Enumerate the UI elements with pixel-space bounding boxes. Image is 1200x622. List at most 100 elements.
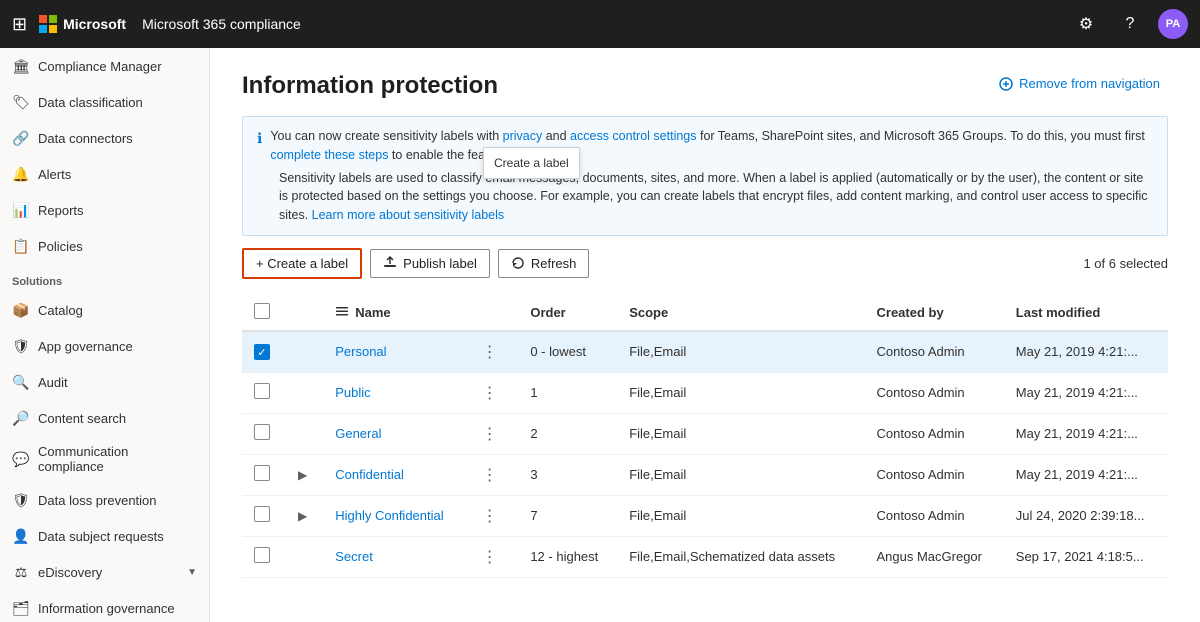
sidebar-item-label: Compliance Manager: [38, 59, 162, 74]
row-context-menu-button[interactable]: ⋮: [478, 506, 503, 526]
row-dots-cell[interactable]: ⋮: [466, 372, 519, 413]
row-context-menu-button[interactable]: ⋮: [478, 465, 503, 485]
row-dots-cell[interactable]: ⋮: [466, 536, 519, 577]
row-name[interactable]: Public: [323, 372, 465, 413]
create-label-button[interactable]: + Create a label: [242, 248, 362, 279]
row-checkbox-cell[interactable]: [242, 413, 282, 454]
sidebar-item-data-loss-prevention[interactable]: 🛡 Data loss prevention: [0, 482, 209, 518]
sidebar-item-information-governance[interactable]: 🗂 Information governance: [0, 590, 209, 622]
select-all-checkbox[interactable]: [254, 303, 270, 319]
nav-settings-icon: [999, 77, 1013, 91]
avatar[interactable]: PA: [1158, 9, 1188, 39]
row-checkbox-cell[interactable]: [242, 372, 282, 413]
checkbox-unchecked[interactable]: [254, 547, 270, 563]
publish-icon: [383, 256, 397, 270]
sidebar-item-label: Data loss prevention: [38, 493, 157, 508]
col-header-expand: [282, 295, 323, 331]
sidebar-item-label: Data classification: [38, 95, 143, 110]
row-context-menu-button[interactable]: ⋮: [478, 383, 503, 403]
row-checkbox-cell[interactable]: [242, 495, 282, 536]
row-checkbox-cell[interactable]: [242, 454, 282, 495]
checkbox-checked[interactable]: ✓: [254, 344, 270, 360]
sidebar-item-label: eDiscovery: [38, 565, 102, 580]
sidebar-item-content-search[interactable]: 🔎 Content search: [0, 400, 209, 436]
complete-steps-link[interactable]: complete these steps: [270, 148, 388, 162]
sidebar-item-policies[interactable]: 📋 Policies: [0, 228, 209, 264]
row-name[interactable]: Confidential: [323, 454, 465, 495]
sidebar-item-data-classification[interactable]: 🏷 Data classification: [0, 84, 209, 120]
table-header: Name Order Scope Created by Last modifie…: [242, 295, 1168, 331]
sidebar-item-label: Reports: [38, 203, 84, 218]
row-checkbox-cell[interactable]: [242, 536, 282, 577]
col-header-last-modified[interactable]: Last modified: [1004, 295, 1168, 331]
checkbox-unchecked[interactable]: [254, 424, 270, 440]
col-header-scope[interactable]: Scope: [617, 295, 864, 331]
refresh-button[interactable]: Refresh: [498, 249, 590, 278]
row-order: 12 - highest: [518, 536, 617, 577]
row-created-by: Angus MacGregor: [865, 536, 1004, 577]
banner-row1: ℹ You can now create sensitivity labels …: [257, 127, 1153, 165]
row-created-by: Contoso Admin: [865, 413, 1004, 454]
row-expand-cell[interactable]: ▶: [282, 454, 323, 495]
sidebar-item-compliance-manager[interactable]: 🏛 Compliance Manager: [0, 48, 209, 84]
list-icon: [335, 305, 349, 319]
sidebar-item-reports[interactable]: 📊 Reports: [0, 192, 209, 228]
waffle-icon[interactable]: ⊞: [12, 14, 27, 35]
table-row: Secret⋮12 - highestFile,Email,Schematize…: [242, 536, 1168, 577]
sidebar-item-catalog[interactable]: 📦 Catalog: [0, 292, 209, 328]
row-context-menu-button[interactable]: ⋮: [478, 547, 503, 567]
sidebar-item-audit[interactable]: 🔍 Audit: [0, 364, 209, 400]
solutions-section-label: Solutions: [0, 264, 209, 292]
logo-sq-red: [39, 15, 47, 23]
row-name[interactable]: Secret: [323, 536, 465, 577]
learn-more-link[interactable]: Learn more about sensitivity labels: [312, 208, 504, 222]
settings-icon[interactable]: ⚙: [1070, 8, 1102, 40]
sidebar-item-label: Audit: [38, 375, 68, 390]
sidebar-item-communication-compliance[interactable]: 💬 Communication compliance: [0, 436, 209, 482]
sidebar-item-ediscovery[interactable]: ⚖ eDiscovery ▼: [0, 554, 209, 590]
row-name[interactable]: General: [323, 413, 465, 454]
microsoft-logo: Microsoft: [39, 15, 126, 33]
data-loss-prevention-icon: 🛡: [12, 492, 30, 509]
expand-button[interactable]: ▶: [294, 509, 311, 523]
row-dots-cell[interactable]: ⋮: [466, 413, 519, 454]
row-name[interactable]: Highly Confidential: [323, 495, 465, 536]
logo-squares: [39, 15, 57, 33]
privacy-link[interactable]: privacy: [503, 129, 543, 143]
publish-label-button[interactable]: Publish label: [370, 249, 490, 278]
row-dots-cell[interactable]: ⋮: [466, 454, 519, 495]
checkbox-unchecked[interactable]: [254, 465, 270, 481]
expand-button[interactable]: ▶: [294, 468, 311, 482]
col-header-name[interactable]: Name: [323, 295, 465, 331]
help-icon[interactable]: ?: [1114, 8, 1146, 40]
row-context-menu-button[interactable]: ⋮: [478, 342, 503, 362]
row-expand-cell: [282, 413, 323, 454]
row-scope: File,Email: [617, 454, 864, 495]
sidebar-item-data-subject-requests[interactable]: 👤 Data subject requests: [0, 518, 209, 554]
row-scope: File,Email: [617, 372, 864, 413]
row-created-by: Contoso Admin: [865, 331, 1004, 373]
sidebar-item-label: Content search: [38, 411, 126, 426]
row-expand-cell[interactable]: ▶: [282, 495, 323, 536]
row-name[interactable]: Personal: [323, 331, 465, 373]
row-dots-cell[interactable]: ⋮: [466, 331, 519, 373]
sidebar-item-alerts[interactable]: 🔔 Alerts: [0, 156, 209, 192]
sidebar-item-data-connectors[interactable]: 🔗 Data connectors: [0, 120, 209, 156]
row-dots-cell[interactable]: ⋮: [466, 495, 519, 536]
sidebar-item-label: Data connectors: [38, 131, 133, 146]
access-control-link[interactable]: access control settings: [570, 129, 696, 143]
checkbox-unchecked[interactable]: [254, 383, 270, 399]
row-last-modified: May 21, 2019 4:21:...: [1004, 454, 1168, 495]
logo-sq-yellow: [49, 25, 57, 33]
layout: 🏛 Compliance Manager 🏷 Data classificati…: [0, 48, 1200, 622]
col-header-order[interactable]: Order: [518, 295, 617, 331]
policies-icon: 📋: [12, 238, 30, 255]
remove-from-navigation-button[interactable]: Remove from navigation: [991, 72, 1168, 95]
sidebar-item-app-governance[interactable]: 🛡 App governance: [0, 328, 209, 364]
labels-table: Name Order Scope Created by Last modifie…: [242, 295, 1168, 578]
row-context-menu-button[interactable]: ⋮: [478, 424, 503, 444]
audit-icon: 🔍: [12, 374, 30, 391]
checkbox-unchecked[interactable]: [254, 506, 270, 522]
col-header-created-by[interactable]: Created by: [865, 295, 1004, 331]
row-checkbox-cell[interactable]: ✓: [242, 331, 282, 373]
